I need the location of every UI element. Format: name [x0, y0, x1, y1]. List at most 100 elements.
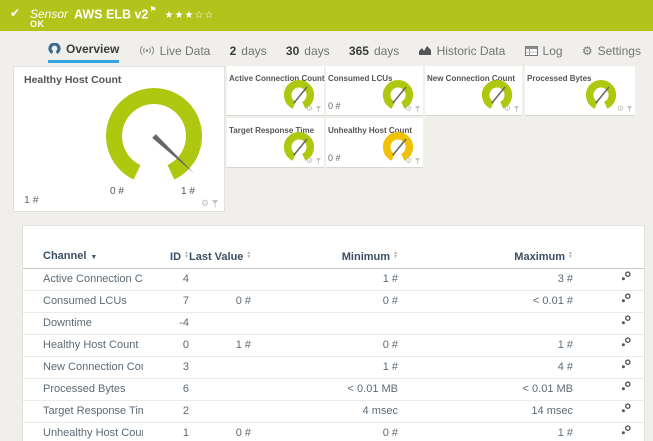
channel-settings-icon[interactable]: [620, 314, 632, 326]
channel-settings-icon[interactable]: [620, 402, 632, 414]
log-icon: [524, 45, 538, 56]
column-header-channel[interactable]: Channel: [23, 246, 143, 269]
gear-icon[interactable]: [504, 105, 511, 113]
channel-settings-icon[interactable]: [620, 358, 632, 370]
cell-min: < 0.01 MB: [251, 378, 398, 401]
tab-number: 2: [229, 43, 237, 58]
gear-icon[interactable]: [201, 199, 209, 208]
cell-min: 0 #: [251, 422, 398, 441]
gear-icon[interactable]: [306, 157, 313, 165]
cell-last: 1 #: [189, 334, 251, 357]
cell-max: 1 #: [398, 422, 573, 441]
gauge-last-value: 0 #: [328, 101, 341, 111]
mini-gauge-panel: Unhealthy Host Count 0 #: [326, 118, 423, 168]
mini-gauge-panel: Target Response Time: [227, 118, 324, 168]
channel-settings-icon[interactable]: [620, 380, 632, 392]
column-header-settings: [573, 246, 644, 269]
gear-icon[interactable]: [405, 105, 412, 113]
tab-label: Historic Data: [436, 43, 506, 58]
tab-number: 365: [348, 43, 369, 58]
tab-30-days[interactable]: 30 days: [286, 38, 330, 63]
table-row[interactable]: Consumed LCUs 7 0 #0 # < 0.01 #: [23, 290, 644, 313]
sensor-title-line: SensorAWS ELB v2★★★☆☆: [30, 5, 214, 23]
table-row[interactable]: Healthy Host Count 0 1 #0 #1 #: [23, 334, 644, 357]
cell-min: 1 #: [251, 268, 398, 291]
tab-live-data[interactable]: Live Data: [139, 38, 211, 63]
cell-last: [189, 312, 251, 335]
column-header-last-value[interactable]: Last Value: [189, 246, 251, 269]
cell-last: 0 #: [189, 290, 251, 313]
cell-last: [189, 400, 251, 423]
column-header-maximum[interactable]: Maximum: [398, 246, 573, 269]
table-row[interactable]: New Connection Count3 1 #4 #: [23, 356, 644, 379]
cell-channel[interactable]: Healthy Host Count: [23, 334, 143, 357]
check-icon: [10, 6, 20, 20]
tab-label: days: [241, 43, 267, 58]
sort-icon[interactable]: [393, 251, 398, 259]
cell-id: 1: [143, 422, 189, 441]
tab-label: Log: [542, 43, 563, 58]
mini-gauge-panel: Active Connection Count: [227, 66, 325, 116]
table-row[interactable]: Unhealthy Host Count 1 0 #0 #1 #: [23, 422, 644, 441]
tab-label: days: [373, 43, 400, 58]
gear-icon[interactable]: [405, 157, 412, 165]
tab-label: Settings: [597, 43, 641, 58]
pin-icon[interactable]: [415, 105, 420, 113]
sort-icon[interactable]: [246, 251, 251, 259]
pin-icon[interactable]: [212, 199, 218, 208]
cell-channel[interactable]: Active Connection Count: [23, 268, 143, 291]
gear-icon[interactable]: [306, 105, 313, 113]
column-header-id[interactable]: ID: [143, 246, 189, 269]
cell-max: < 0.01 MB: [398, 378, 573, 401]
cell-min: 1 #: [251, 356, 398, 379]
pin-icon[interactable]: [316, 105, 321, 113]
tab-label: days: [304, 43, 330, 58]
tab-log[interactable]: Log: [524, 38, 563, 63]
tab-label: Live Data: [159, 43, 211, 58]
cell-max: 4 #: [398, 356, 573, 379]
table-row[interactable]: Downtime -4: [23, 312, 644, 335]
cell-channel[interactable]: Consumed LCUs: [23, 290, 143, 313]
tab-historic-data[interactable]: Historic Data: [418, 38, 506, 63]
pin-icon[interactable]: [627, 105, 632, 113]
table-header-row: Channel ID Last Value Minimum Maximum: [23, 246, 644, 269]
cell-id: 4: [143, 268, 189, 291]
cell-channel[interactable]: New Connection Count: [23, 356, 143, 379]
table-row[interactable]: Active Connection Count4 1 #3 #: [23, 268, 644, 291]
column-header-minimum[interactable]: Minimum: [251, 246, 398, 269]
sort-icon[interactable]: [568, 251, 573, 259]
mini-gauge-panel: Consumed LCUs 0 #: [326, 66, 423, 116]
mini-gauge: [585, 79, 617, 109]
cell-channel[interactable]: Target Response Time: [23, 400, 143, 423]
pin-icon[interactable]: [514, 105, 519, 113]
channel-settings-icon[interactable]: [620, 292, 632, 304]
channel-settings-icon[interactable]: [620, 270, 632, 282]
tab-2-days[interactable]: 2 days: [230, 38, 267, 63]
table-row[interactable]: Target Response Time 2 4 msec 14 msec: [23, 400, 644, 423]
pin-icon[interactable]: [316, 157, 321, 165]
pin-icon[interactable]: [415, 157, 420, 165]
priority-flag-icon[interactable]: [149, 5, 156, 14]
channel-table: Channel ID Last Value Minimum Maximum Ac…: [23, 246, 644, 441]
tab-overview[interactable]: Overview: [48, 38, 120, 63]
channel-table-panel: Channel ID Last Value Minimum Maximum Ac…: [22, 225, 645, 441]
cell-min: 4 msec: [251, 400, 398, 423]
stars-filled: ★★★: [164, 10, 195, 22]
channel-settings-icon[interactable]: [620, 424, 632, 436]
cell-min: 0 #: [251, 290, 398, 313]
table-row[interactable]: Processed Bytes 6 < 0.01 MB < 0.01 MB: [23, 378, 644, 401]
gauge-scale-min: 0 #: [110, 186, 124, 197]
cell-id: -4: [143, 312, 189, 335]
priority-stars[interactable]: ★★★☆☆: [165, 10, 215, 21]
channel-settings-icon[interactable]: [620, 336, 632, 348]
cell-max: 14 msec: [398, 400, 573, 423]
tab-365-days[interactable]: 365 days: [349, 38, 399, 63]
cell-channel[interactable]: Processed Bytes: [23, 378, 143, 401]
cell-id: 7: [143, 290, 189, 313]
cell-channel[interactable]: Unhealthy Host Count: [23, 422, 143, 441]
gear-icon[interactable]: [617, 105, 624, 113]
main-gauge-panel: Healthy Host Count 0 # 1 # 1 #: [13, 66, 225, 212]
tab-settings[interactable]: Settings: [582, 38, 641, 63]
prtg-sensor-page: SensorAWS ELB v2★★★☆☆ OK Overview Live D…: [0, 0, 653, 441]
cell-channel[interactable]: Downtime: [23, 312, 143, 335]
